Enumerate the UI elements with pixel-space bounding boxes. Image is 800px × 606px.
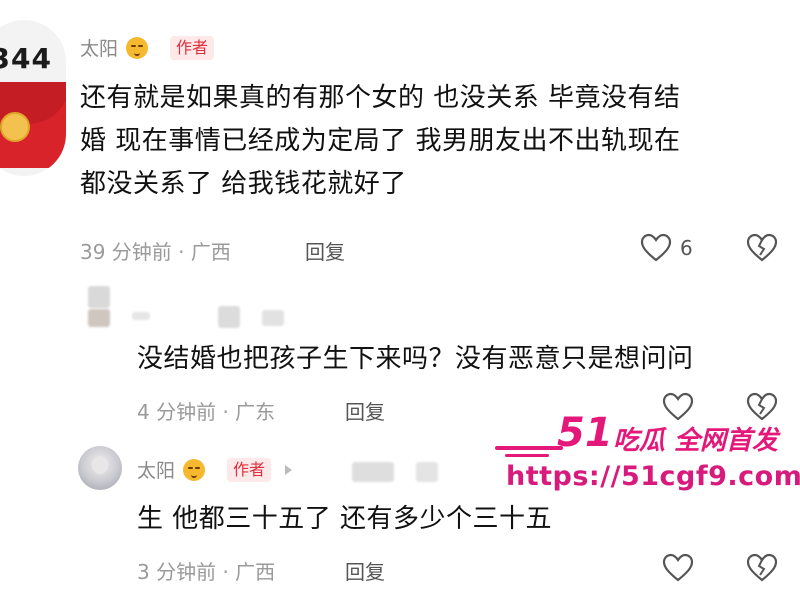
comment-line: 还有就是如果真的有那个女的 也没关系 毕竟没有结 [80,83,681,113]
watermark-number: 51 [557,410,613,456]
comment-text: 还有就是如果真的有那个女的 也没关系 毕竟没有结 婚 现在事情已经成为定局了 我… [80,77,790,206]
reply-button[interactable]: 回复 [345,556,385,585]
like-count: 6 [680,236,693,260]
blurred-username [416,462,438,482]
reply-text: 生 他都三十五了 还有多少个三十五 [137,504,553,534]
blurred-avatar [88,309,110,327]
blurred-username [132,312,150,320]
watermark-stripe [505,454,549,457]
dislike-button[interactable] [746,233,778,263]
username[interactable]: 太阳 [80,34,118,61]
comment-line: 婚 现在事情已经成为定局了 我男朋友出不出轨现在 [80,126,681,156]
emoji-icon [126,36,149,59]
watermark-logo: 51 吃瓜 全网首发 [495,410,785,457]
comment-line: 都没关系了 给我钱花就好了 [80,169,407,199]
avatar[interactable] [78,446,122,490]
heart-icon [640,233,672,262]
author-badge: 作者 [227,457,272,482]
like-button[interactable] [662,553,694,583]
avatar-badge-number: 344 [0,42,52,75]
dislike-button[interactable] [746,553,778,583]
author-badge: 作者 [170,35,215,60]
reply-time-location: 4 分钟前 · 广东 [137,400,276,424]
username[interactable]: 太阳 [137,456,175,483]
watermark-stripe [495,446,563,450]
heart-icon [662,553,694,582]
reply-time-location: 3 分钟前 · 广西 [137,560,276,584]
red-packet-icon [0,82,66,168]
emoji-icon [183,458,206,481]
avatar[interactable]: 344 [0,20,66,176]
reply-button[interactable]: 回复 [345,396,385,425]
reply-button[interactable]: 回复 [305,236,345,265]
blurred-username [352,462,394,482]
like-button[interactable] [640,233,672,263]
blurred-username [218,306,240,328]
broken-heart-icon [746,553,778,582]
reply-arrow-icon [285,464,293,475]
blurred-avatar [88,286,110,308]
reply-text: 没结婚也把孩子生下来吗？没有恶意只是想问问 [137,344,694,374]
comment-time-location: 39 分钟前 · 广西 [80,240,231,264]
reply-header: 太阳 作者 [137,456,293,483]
comment-header: 太阳 作者 [80,34,215,61]
broken-heart-icon [746,233,778,262]
blurred-username [262,310,284,326]
watermark-text: 吃瓜 全网首发 [613,426,779,456]
watermark-url: https://51cgf9.com [506,461,800,492]
